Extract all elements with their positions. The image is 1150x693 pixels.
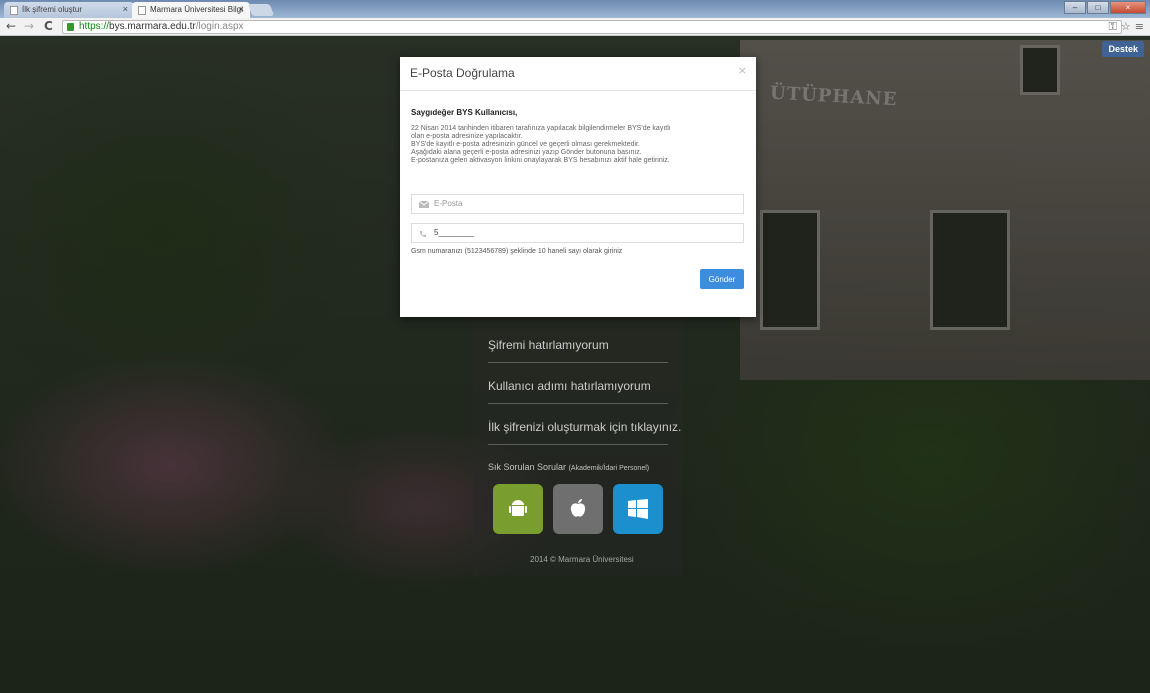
close-window-button[interactable]: × xyxy=(1110,1,1146,14)
url-host: bys.marmara.edu.tr xyxy=(109,21,196,32)
info-line: E-postanıza gelen aktivasyon linkini ona… xyxy=(411,157,670,164)
android-icon xyxy=(509,500,527,516)
envelope-icon xyxy=(419,201,429,208)
faq-label: Sık Sorulan Sorular xyxy=(488,462,567,472)
tab-marmara[interactable]: Marmara Üniversitesi Bilgi × xyxy=(132,2,250,18)
page-icon xyxy=(10,6,18,15)
toolbar-icons: ⚿ ☆ ≡ xyxy=(1109,20,1144,34)
info-line: Aşağıdaki alana geçerli e-posta adresini… xyxy=(411,149,642,156)
info-text: 22 Nisan 2014 tarihinden itibaren tarafı… xyxy=(411,125,747,165)
info-line: BYS'de kayıtlı e-posta adresinizin günce… xyxy=(411,141,640,148)
email-field[interactable]: E-Posta xyxy=(411,194,744,214)
url-scheme: https:// xyxy=(79,21,110,32)
phone-value: 5________ xyxy=(434,228,475,237)
tab-close-icon[interactable]: × xyxy=(239,4,244,14)
back-arrow-icon[interactable]: ← xyxy=(6,19,16,33)
info-line: 22 Nisan 2014 tarihinden itibaren tarafı… xyxy=(411,125,671,132)
page-background: ÜTÜPHANE Destek Şifremi hatırlamıyorum K… xyxy=(0,36,1150,693)
url-path: /login.aspx xyxy=(195,21,244,32)
phone-field[interactable]: 5________ xyxy=(411,223,744,243)
lock-icon xyxy=(67,23,74,31)
browser-toolbar: ← → C https://bys.marmara.edu.tr/login.a… xyxy=(0,18,1150,36)
info-line: olan e-posta adresinize yapılacaktır. xyxy=(411,133,523,140)
address-bar[interactable]: https://bys.marmara.edu.tr/login.aspx xyxy=(62,20,1122,34)
star-icon[interactable]: ☆ xyxy=(1121,20,1131,34)
modal-title: E-Posta Doğrulama xyxy=(410,66,515,80)
android-app-button[interactable] xyxy=(493,484,543,534)
window-controls: – □ × xyxy=(1064,1,1146,14)
modal-header: E-Posta Doğrulama × xyxy=(400,57,756,91)
forward-arrow-icon[interactable]: → xyxy=(24,19,34,33)
email-placeholder: E-Posta xyxy=(434,199,463,208)
forgot-password-link[interactable]: Şifremi hatırlamıyorum xyxy=(488,338,668,363)
tab-ilk-sifre[interactable]: İlk şifremi oluştur × xyxy=(4,2,134,18)
forgot-username-link[interactable]: Kullanıcı adımı hatırlamıyorum xyxy=(488,379,668,404)
support-button[interactable]: Destek xyxy=(1102,41,1144,57)
close-icon[interactable]: × xyxy=(738,64,747,77)
page-icon xyxy=(138,6,146,15)
email-verification-modal: E-Posta Doğrulama × Saygıdeğer BYS Kulla… xyxy=(400,57,756,317)
new-tab-button[interactable] xyxy=(247,4,275,16)
minimize-button[interactable]: – xyxy=(1064,1,1086,14)
apple-app-button[interactable] xyxy=(553,484,603,534)
tab-label: İlk şifremi oluştur xyxy=(22,5,83,14)
tab-label: Marmara Üniversitesi Bilgi xyxy=(150,5,243,14)
greeting-text: Saygıdeğer BYS Kullanıcısı, xyxy=(411,108,518,117)
apple-icon xyxy=(570,499,586,517)
maximize-button[interactable]: □ xyxy=(1087,1,1109,14)
copyright-text: 2014 © Marmara Üniversitesi xyxy=(530,555,634,564)
tab-close-icon[interactable]: × xyxy=(123,4,128,14)
send-button[interactable]: Gönder xyxy=(700,269,744,289)
reload-icon[interactable]: C xyxy=(44,19,53,33)
menu-icon[interactable]: ≡ xyxy=(1135,20,1144,34)
phone-icon xyxy=(420,231,426,237)
windows-icon xyxy=(628,499,648,519)
faq-link[interactable]: Sık Sorulan Sorular (Akademik/İdari Pers… xyxy=(488,462,649,472)
phone-hint: Gsm numaranızı (5123456789) şeklinde 10 … xyxy=(411,248,623,255)
browser-tab-bar: İlk şifremi oluştur × Marmara Üniversite… xyxy=(0,0,1150,18)
faq-sub-label: (Akademik/İdari Personel) xyxy=(568,465,650,472)
windows-app-button[interactable] xyxy=(613,484,663,534)
create-first-password-link[interactable]: İlk şifrenizi oluşturmak için tıklayınız… xyxy=(488,420,681,445)
key-icon[interactable]: ⚿ xyxy=(1109,20,1117,34)
